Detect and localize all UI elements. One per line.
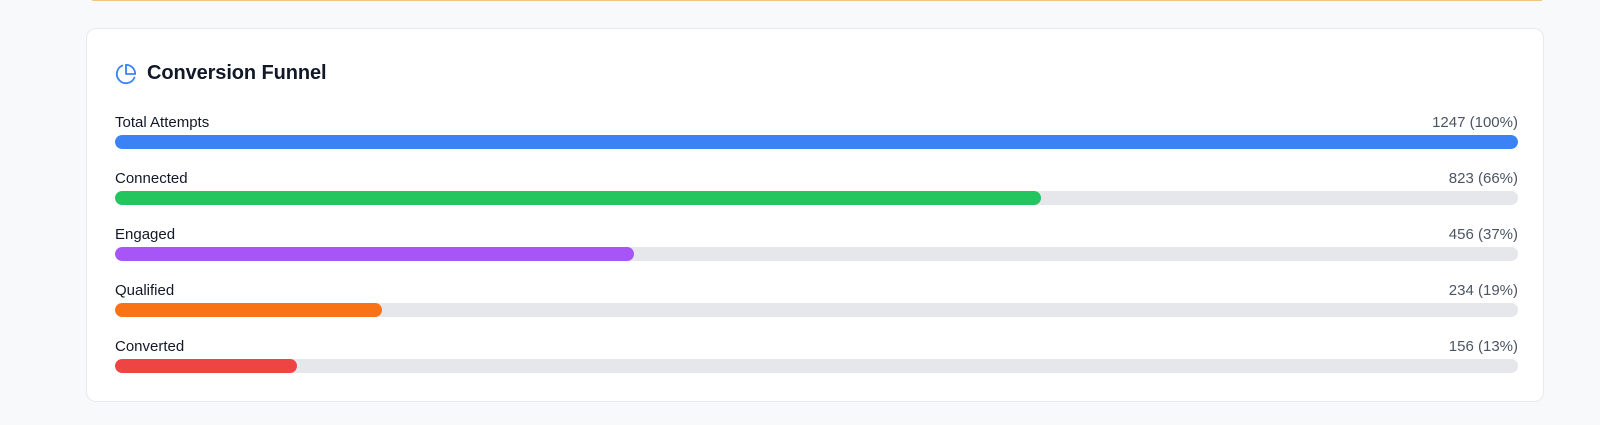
stage-progress-fill	[115, 359, 298, 373]
stage-value: 156 (13%)	[1448, 338, 1518, 355]
card-title: Conversion Funnel	[147, 62, 327, 84]
funnel-stage-total-attempts: Total Attempts 1247 (100%)	[115, 111, 1518, 167]
stage-progress-fill	[115, 191, 1041, 205]
funnel-stage-connected: Connected 823 (66%)	[115, 167, 1518, 223]
stage-track	[115, 191, 1518, 205]
funnel-stage-converted: Converted 156 (13%)	[115, 335, 1518, 391]
conversion-funnel-card: Conversion Funnel Total Attempts 1247 (1…	[86, 28, 1544, 402]
stage-progress-fill	[115, 135, 1518, 149]
stage-label: Qualified	[115, 282, 175, 299]
stage-label: Connected	[115, 170, 188, 187]
stage-progress-fill	[115, 247, 635, 261]
funnel-stage-qualified: Qualified 234 (19%)	[115, 279, 1518, 335]
previous-card-edge	[92, 0, 1542, 1]
funnel-stage-engaged: Engaged 456 (37%)	[115, 223, 1518, 279]
stage-track	[115, 359, 1518, 373]
card-header: Conversion Funnel	[115, 62, 327, 85]
stage-progress-fill	[115, 303, 382, 317]
pie-chart-icon	[115, 63, 137, 85]
funnel-stages: Total Attempts 1247 (100%) Connected 823…	[115, 111, 1518, 391]
stage-label: Engaged	[115, 226, 176, 243]
stage-value: 823 (66%)	[1448, 170, 1518, 187]
stage-value: 1247 (100%)	[1432, 114, 1518, 131]
stage-track	[115, 247, 1518, 261]
stage-value: 456 (37%)	[1448, 226, 1518, 243]
stage-track	[115, 303, 1518, 317]
stage-value: 234 (19%)	[1448, 282, 1518, 299]
stage-label: Converted	[115, 338, 185, 355]
stage-label: Total Attempts	[115, 114, 210, 131]
stage-track	[115, 135, 1518, 149]
